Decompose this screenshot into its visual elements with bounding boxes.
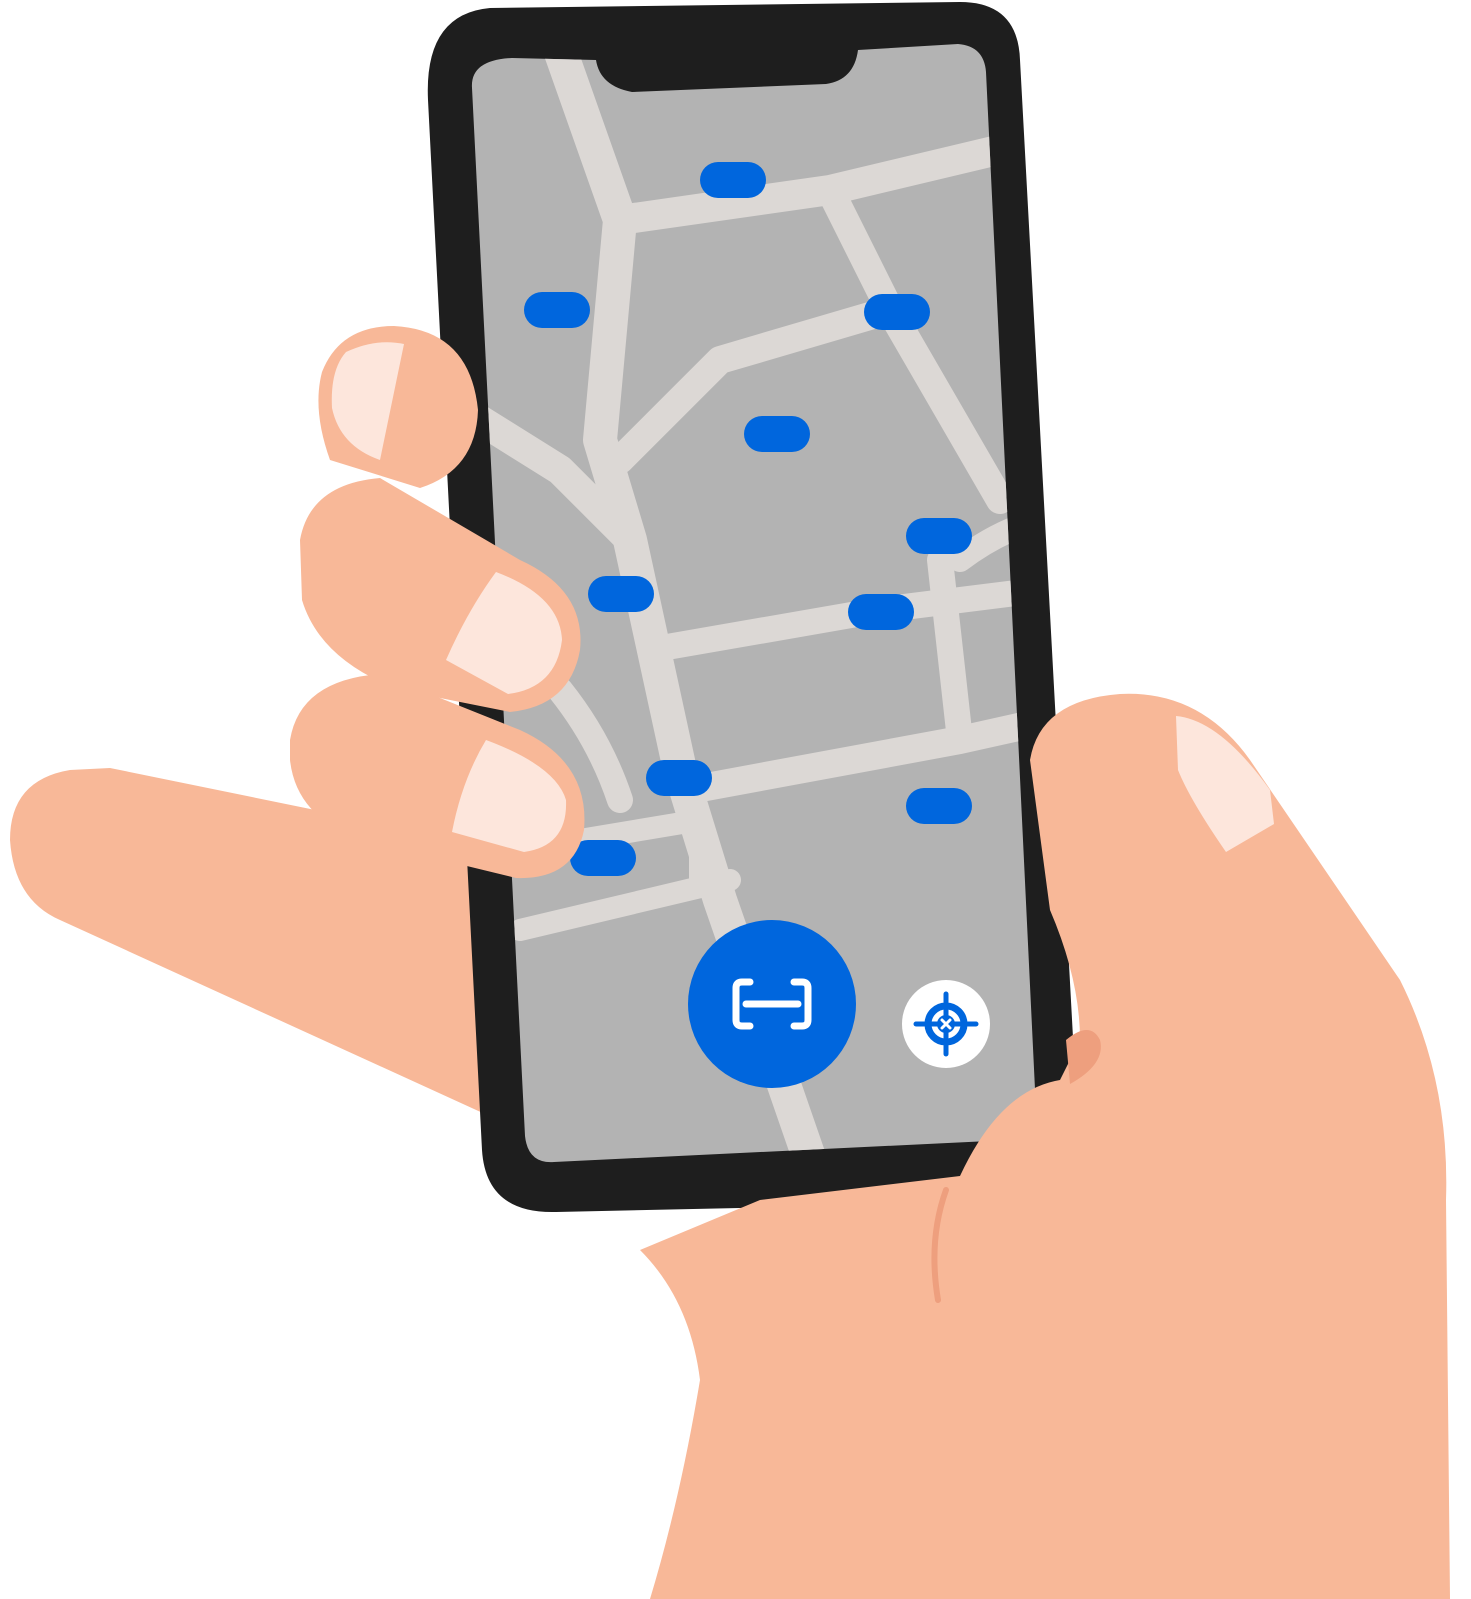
map-marker[interactable] (588, 576, 654, 612)
illustration-stage (0, 0, 1471, 1599)
map-marker[interactable] (906, 518, 972, 554)
locate-button[interactable] (902, 980, 990, 1068)
map-marker[interactable] (524, 292, 590, 328)
map-marker[interactable] (700, 162, 766, 198)
illustration-svg (10, 2, 1450, 1599)
map-marker[interactable] (744, 416, 810, 452)
map-marker[interactable] (906, 788, 972, 824)
map-marker[interactable] (864, 294, 930, 330)
map-marker[interactable] (646, 760, 712, 796)
scan-button[interactable] (688, 920, 856, 1088)
map-marker[interactable] (848, 594, 914, 630)
map-marker[interactable] (570, 840, 636, 876)
